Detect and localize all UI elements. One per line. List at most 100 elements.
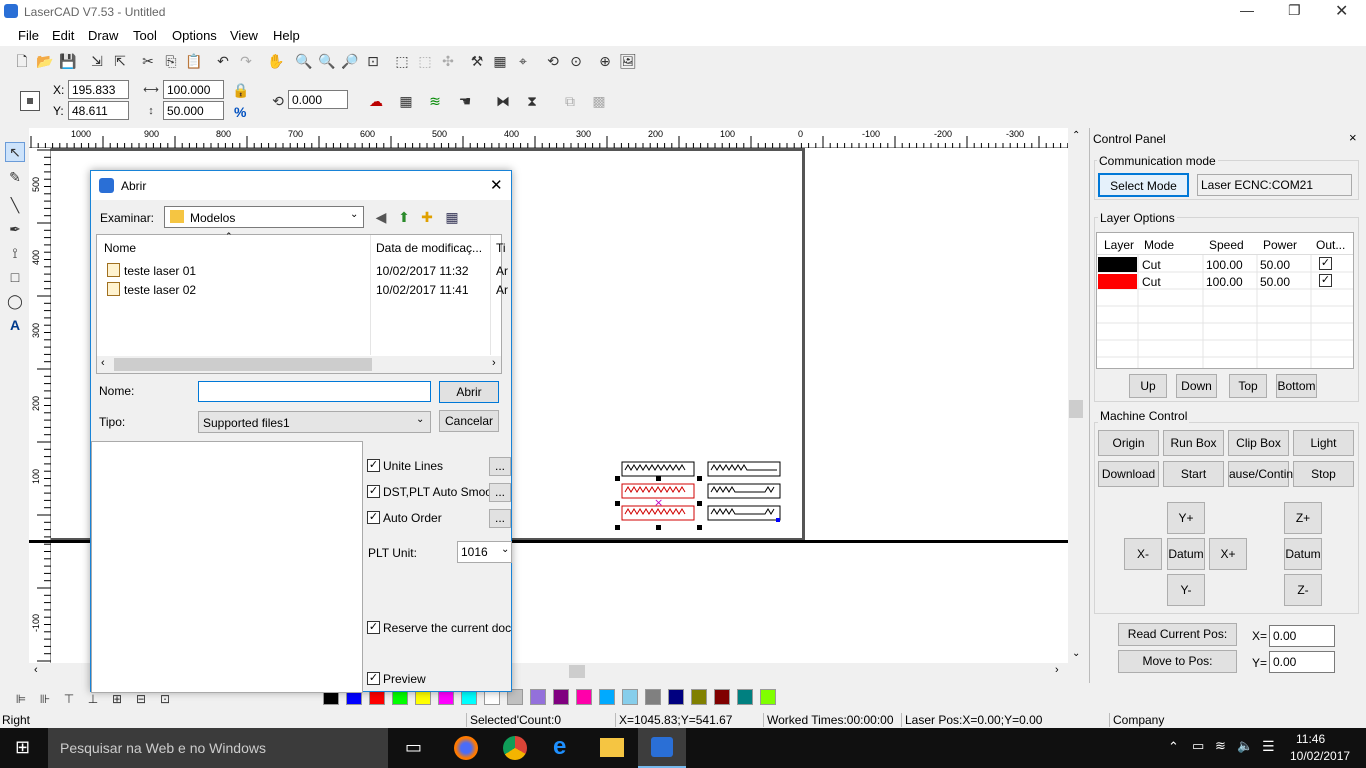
unite-lines-checkbox[interactable]: ✓ <box>367 459 380 472</box>
color-swatch[interactable] <box>714 689 730 705</box>
mirror-v-icon[interactable]: ⧗ <box>523 92 541 110</box>
menu-options[interactable]: Options <box>172 28 217 43</box>
color-swatch[interactable] <box>668 689 684 705</box>
y-pos-input[interactable] <box>1269 651 1335 673</box>
stop-button[interactable]: Stop <box>1293 461 1354 487</box>
menu-file[interactable]: File <box>18 28 39 43</box>
text-icon[interactable]: A <box>6 316 24 334</box>
file-list-hscroll[interactable]: ‹ › <box>97 356 501 373</box>
layers-icon[interactable]: ≋ <box>426 92 444 110</box>
battery-icon[interactable]: ▭ <box>1192 738 1204 754</box>
auto-order-checkbox[interactable]: ✓ <box>367 511 380 524</box>
node-edit-icon[interactable]: ✎ <box>6 168 24 186</box>
layer-table[interactable]: Layer Mode Speed Power Out... Cut 100.00… <box>1096 232 1354 369</box>
zoom-out-icon[interactable]: 🔍 <box>318 52 336 70</box>
down-button[interactable]: Down <box>1176 374 1217 398</box>
color-swatch[interactable] <box>553 689 569 705</box>
color-swatch[interactable] <box>576 689 592 705</box>
dst-plt-options[interactable]: ... <box>489 483 511 502</box>
new-folder-icon[interactable]: ✚ <box>418 208 436 226</box>
hscroll-thumb[interactable] <box>114 358 372 371</box>
unite-lines-options[interactable]: ... <box>489 457 511 476</box>
auto-order-options[interactable]: ... <box>489 509 511 528</box>
target-icon[interactable]: ⊕ <box>596 52 614 70</box>
percent-toggle[interactable]: % <box>234 104 246 120</box>
x-pos-input[interactable] <box>1269 625 1335 647</box>
distribute-icon[interactable]: ▩ <box>590 92 608 110</box>
height-input[interactable] <box>163 101 224 120</box>
pan-icon[interactable]: ✋ <box>267 52 285 70</box>
color-swatch[interactable] <box>737 689 753 705</box>
import-icon[interactable]: ⇲ <box>88 52 106 70</box>
pen-icon[interactable]: ✒ <box>6 220 24 238</box>
cut-icon[interactable]: ✂ <box>139 52 157 70</box>
align-right-icon[interactable]: ⊪ <box>36 690 54 708</box>
vertical-scrollbar[interactable]: ⌃ ⌄ <box>1068 128 1085 663</box>
mirror-h-icon[interactable]: ⧓ <box>494 92 512 110</box>
reserve-doc-checkbox[interactable]: ✓ <box>367 621 380 634</box>
anchor-grid-icon[interactable] <box>20 91 40 111</box>
col-name[interactable]: Nome <box>104 241 136 255</box>
lock-icon[interactable]: 🔒 <box>232 81 250 99</box>
col-type[interactable]: Ti <box>496 241 506 255</box>
file-row[interactable]: teste laser 02 10/02/2017 11:41 Ar <box>97 280 508 299</box>
preview-checkbox[interactable]: ✓ <box>367 672 380 685</box>
layer-output-checkbox[interactable]: ✓ <box>1319 274 1332 287</box>
read-current-pos-button[interactable]: Read Current Pos: <box>1118 623 1237 646</box>
color-swatch[interactable] <box>530 689 546 705</box>
plt-unit-select[interactable]: 1016 ⌄ <box>457 541 512 563</box>
windows-start-icon[interactable]: ⊞ <box>15 737 30 758</box>
new-icon[interactable]: 🗋 <box>13 52 31 70</box>
chrome-icon[interactable] <box>503 736 527 760</box>
zoom-page-icon[interactable]: ⊡ <box>364 52 382 70</box>
weld-icon[interactable]: ☁ <box>367 92 385 110</box>
y-input[interactable] <box>68 101 129 120</box>
zoom-in-icon[interactable]: 🔍 <box>295 52 313 70</box>
color-swatch[interactable] <box>760 689 776 705</box>
rotate-input[interactable] <box>288 90 348 109</box>
view-menu-icon[interactable]: ▦ <box>443 208 461 226</box>
file-explorer-icon[interactable] <box>600 738 624 757</box>
x-input[interactable] <box>68 80 129 99</box>
search-box[interactable]: Pesquisar na Web e no Windows <box>48 728 388 768</box>
wifi-icon[interactable]: ≋ <box>1215 738 1226 754</box>
zoom-window-icon[interactable]: 🔎 <box>341 52 359 70</box>
color-swatch[interactable] <box>599 689 615 705</box>
ellipse-icon[interactable]: ◯ <box>6 292 24 310</box>
paste-icon[interactable]: 📋 <box>185 52 203 70</box>
clock-time[interactable]: 11:46 <box>1296 732 1325 746</box>
save-icon[interactable]: 💾 <box>59 52 77 70</box>
look-in-select[interactable]: Modelos ⌄ <box>164 206 364 228</box>
z-datum-button[interactable]: Datum <box>1284 538 1322 570</box>
panel-close-icon[interactable]: × <box>1349 130 1357 145</box>
layer-color-swatch[interactable] <box>1098 274 1137 289</box>
clock-date[interactable]: 10/02/2017 <box>1290 749 1350 763</box>
lasercad-taskbar-icon[interactable] <box>638 728 686 768</box>
datum-button[interactable]: Datum <box>1167 538 1205 570</box>
ungroup-icon[interactable]: ⬚ <box>416 52 434 70</box>
open-button[interactable]: Abrir <box>439 381 499 403</box>
light-button[interactable]: Light <box>1293 430 1354 456</box>
menu-view[interactable]: View <box>230 28 258 43</box>
close-icon[interactable]: ✕ <box>1335 1 1348 21</box>
group-icon[interactable]: ⬚ <box>393 52 411 70</box>
edge-icon[interactable]: e <box>553 733 566 761</box>
array-grid-icon[interactable]: ▦ <box>397 92 415 110</box>
file-type-select[interactable]: Supported files1 ⌄ <box>198 411 431 433</box>
select-mode-button[interactable]: Select Mode <box>1098 173 1189 197</box>
hscroll-thumb[interactable] <box>569 665 585 678</box>
redo-icon[interactable]: ↷ <box>237 52 255 70</box>
start-button[interactable]: Start <box>1163 461 1224 487</box>
align-top-icon[interactable]: ⊤ <box>60 690 78 708</box>
laser-icon[interactable]: ⚒ <box>468 52 486 70</box>
dst-plt-checkbox[interactable]: ✓ <box>367 485 380 498</box>
menu-edit[interactable]: Edit <box>52 28 74 43</box>
color-swatch[interactable] <box>622 689 638 705</box>
layer-output-checkbox[interactable]: ✓ <box>1319 257 1332 270</box>
path-icon[interactable]: ⟲ <box>544 52 562 70</box>
z-minus-button[interactable]: Z- <box>1284 574 1322 606</box>
polyline-icon[interactable]: ⟟ <box>6 244 24 262</box>
up-folder-icon[interactable]: ⬆ <box>395 208 413 226</box>
chevron-up-icon[interactable]: ⌃ <box>1168 739 1179 755</box>
minimize-icon[interactable]: — <box>1240 2 1254 18</box>
